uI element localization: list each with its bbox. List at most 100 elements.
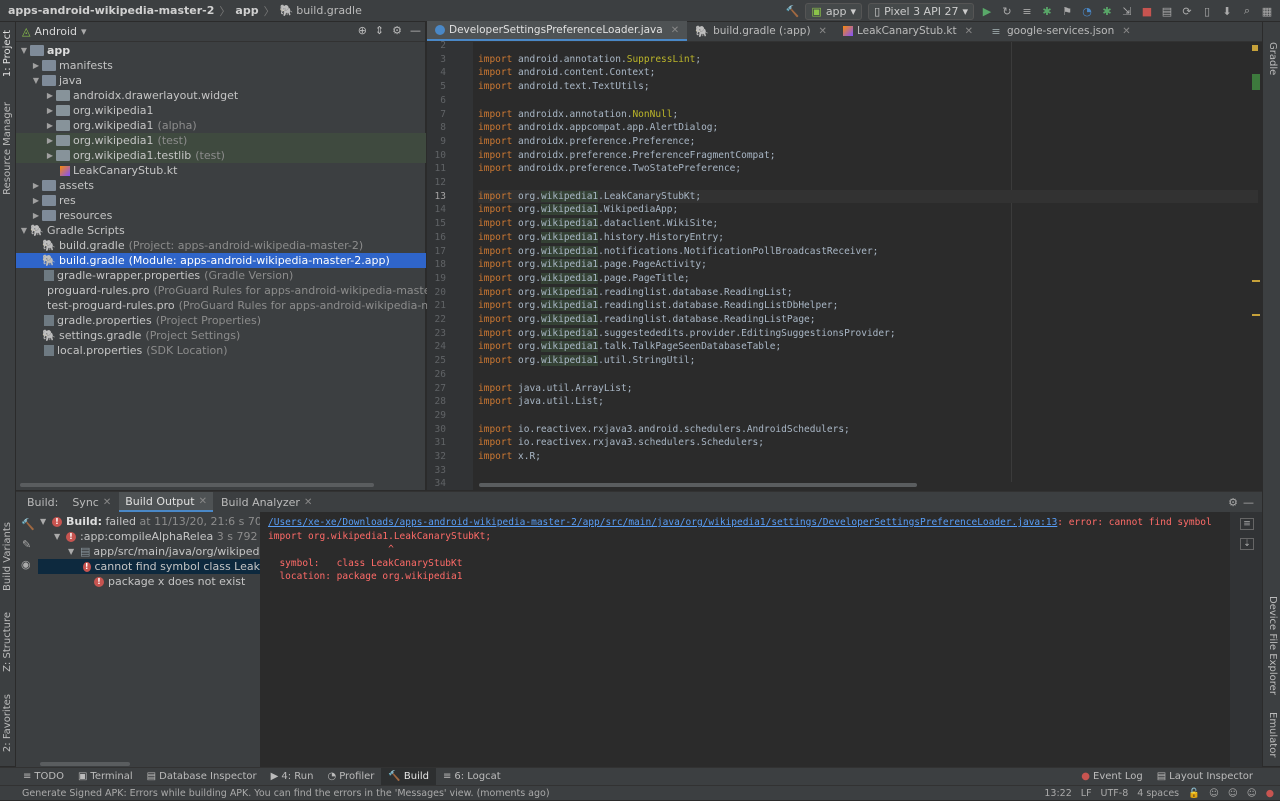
code-line[interactable]: import android.text.TextUtils; [478,80,650,94]
tab-device-file-explorer[interactable]: Device File Explorer [1267,596,1278,695]
code-line[interactable]: import x.R; [478,450,541,464]
code-line[interactable]: import org.wikipedia1.WikipediaApp; [478,203,678,217]
tree-item[interactable]: ▶ manifests [16,58,426,73]
tree-item[interactable]: ▼ java [16,73,426,88]
coverage-icon[interactable]: ✱ [1100,4,1114,18]
attach-icon[interactable]: ⇲ [1120,4,1134,18]
chevron-down-icon[interactable]: ▾ [81,25,87,38]
code-line[interactable]: import android.annotation.SuppressLint; [478,53,701,67]
code-line[interactable]: import org.wikipedia1.readinglist.databa… [478,299,838,313]
tool-todo[interactable]: ≡ TODO [16,771,71,782]
build-error-selected[interactable]: ! cannot find symbol class Leak [38,559,260,574]
device-select[interactable]: ▯ Pixel 3 API 27 ▾ [868,2,974,20]
tool-profiler[interactable]: ◔ Profiler [320,771,381,782]
feedback-icon[interactable]: ☺ [1247,788,1257,799]
tool-database-inspector[interactable]: ▤ Database Inspector [140,771,264,782]
tree-item[interactable]: LeakCanaryStub.kt [16,163,426,178]
code-line[interactable]: import androidx.preference.Preference; [478,135,695,149]
tree-item[interactable]: gradle.properties (Project Properties) [16,313,426,328]
tab-developer-settings[interactable]: DeveloperSettingsPreferenceLoader.java ✕ [427,21,688,41]
tree-item[interactable]: ▶ org.wikipedia1 [16,103,426,118]
tree-item[interactable]: ▶ org.wikipedia1 (alpha) [16,118,426,133]
inspection-status-icon[interactable] [1252,45,1258,51]
hide-icon[interactable]: — [410,24,421,37]
tab-structure[interactable]: Z: Structure [2,612,13,672]
hammer-icon[interactable]: 🔨 [21,518,35,531]
tree-item[interactable]: proguard-rules.pro (ProGuard Rules for ap… [16,283,445,298]
code-line[interactable]: import org.wikipedia1.talk.TalkPageSeenD… [478,340,781,354]
tab-favorites[interactable]: 2: Favorites [2,694,13,752]
eye-icon[interactable]: ◉ [21,558,31,571]
warning-marker[interactable] [1252,280,1260,282]
tab-google-services[interactable]: ≡ google-services.json ✕ [981,21,1139,41]
tree-item-selected[interactable]: 🐘 build.gradle (Module: apps-android-wikip… [16,253,426,268]
code-content[interactable]: import android.annotation.SuppressLint; i… [478,42,1258,490]
tree-item[interactable]: ▼ 🐘 Gradle Scripts [16,223,426,238]
code-line[interactable]: import io.reactivex.rxjava3.schedulers.S… [478,436,764,450]
caret-position[interactable]: 13:22 [1044,788,1071,799]
build-task[interactable]: ▼!:app:compileAlphaRelea 3 s 792 ms [54,529,260,544]
build-error[interactable]: ! package x does not exist [94,574,245,589]
hammer-icon[interactable]: 🔨 [785,4,800,18]
tool-build[interactable]: 🔨 Build [381,767,436,786]
tree-item[interactable]: 🐘 settings.gradle (Project Settings) [16,328,426,343]
code-line[interactable]: import androidx.preference.PreferenceFra… [478,149,775,163]
tree-item[interactable]: local.properties (SDK Location) [16,343,426,358]
code-line[interactable]: import org.wikipedia1.readinglist.databa… [478,286,793,300]
inspector-icon[interactable]: ☺ [1209,788,1219,799]
avd-manager-icon[interactable]: ▯ [1200,4,1214,18]
horizontal-scrollbar[interactable] [40,762,130,766]
tree-item[interactable]: ▶ resources [16,208,426,223]
breadcrumb-module[interactable]: app [235,4,258,17]
indent-setting[interactable]: 4 spaces [1137,788,1179,799]
tab-project[interactable]: 1: Project [2,30,13,77]
file-encoding[interactable]: UTF-8 [1101,788,1129,799]
tab-build-variants[interactable]: Build Variants [2,522,13,591]
build-file[interactable]: ▼ ▤ app/src/main/java/org/wikipedia1 [68,544,260,559]
code-line[interactable]: import org.wikipedia1.page.PageActivity; [478,258,707,272]
debug-icon[interactable]: ✱ [1040,4,1054,18]
code-line[interactable]: import androidx.preference.TwoStatePrefe… [478,162,741,176]
gear-icon[interactable]: ⚙ [392,24,402,37]
warning-marker[interactable] [1252,314,1260,316]
locate-icon[interactable]: ⊕ [358,24,367,37]
horizontal-scrollbar[interactable] [479,483,917,487]
gear-icon[interactable]: ⚙ [1228,496,1238,509]
tree-item[interactable]: ▶ org.wikipedia1 (test) [16,133,426,148]
tree-item[interactable]: gradle-wrapper.properties (Gradle Version… [16,268,426,283]
rerun-icon[interactable]: ↻ [1000,4,1014,18]
tab-resource-manager[interactable]: Resource Manager [2,102,13,195]
tree-item[interactable]: test-proguard-rules.pro (ProGuard Rules f… [16,298,444,313]
breadcrumb-project[interactable]: apps-android-wikipedia-master-2 [8,4,214,17]
tree-item[interactable]: ▶ assets [16,178,426,193]
sdk-manager-icon[interactable]: ⬇ [1220,4,1234,18]
lock-icon[interactable]: 🔓 [1188,788,1200,799]
code-line[interactable]: import org.wikipedia1.util.StringUtil; [478,354,695,368]
tool-run[interactable]: ▶ 4: Run [264,771,321,782]
code-line[interactable]: import android.content.Context; [478,66,655,80]
tab-sync[interactable]: Sync ✕ [66,492,117,512]
sync-gradle-icon[interactable]: ⟳ [1180,4,1194,18]
code-line[interactable]: import org.wikipedia1.dataclient.WikiSit… [478,217,718,231]
tree-item[interactable]: ▶ org.wikipedia1.testlib (test) [16,148,426,163]
build-root[interactable]: ▼!Build: failed at 11/13/20, 21:6 s 70 m… [40,514,260,529]
collapse-all-icon[interactable]: ⇕ [375,24,384,37]
tree-item[interactable]: ▶ androidx.drawerlayout.widget [16,88,426,103]
tab-gradle[interactable]: Gradle [1267,42,1278,75]
stop-icon[interactable]: ■ [1140,4,1154,18]
code-line[interactable]: import org.wikipedia1.readinglist.databa… [478,313,815,327]
code-line[interactable]: import io.reactivex.rxjava3.android.sche… [478,423,850,437]
error-icon[interactable]: ● [1266,788,1274,799]
code-line[interactable]: import org.wikipedia1.page.PageTitle; [478,272,690,286]
attach-debugger-icon[interactable]: ⚑ [1060,4,1074,18]
project-structure-icon[interactable]: ▤ [1160,4,1174,18]
tab-leakcanary[interactable]: LeakCanaryStub.kt ✕ [835,21,981,41]
tab-build-gradle[interactable]: 🐘 build.gradle (:app) ✕ [687,21,835,41]
build-output-console[interactable]: /Users/xe-xe/Downloads/apps-android-wiki… [260,512,1230,768]
tool-event-log[interactable]: ● Event Log [1074,771,1149,782]
code-line[interactable]: import java.util.List; [478,395,604,409]
line-separator[interactable]: LF [1081,788,1092,799]
project-view-select[interactable]: Android [34,25,77,38]
code-line[interactable]: import org.wikipedia1.notifications.Noti… [478,245,878,259]
tool-layout-inspector[interactable]: ▤ Layout Inspector [1150,771,1260,782]
